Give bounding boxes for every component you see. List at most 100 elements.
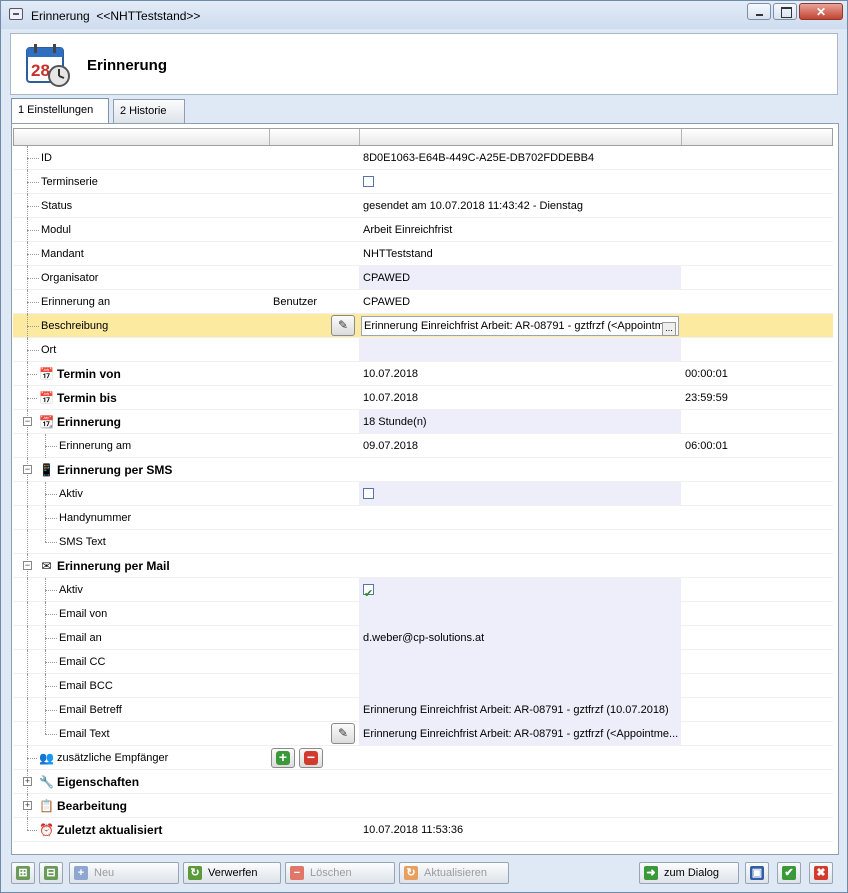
beschreibung-ellipsis-button[interactable]: ... bbox=[662, 322, 676, 336]
mail-aktiv-checkbox[interactable] bbox=[363, 582, 374, 602]
row-email-an[interactable]: Email an d.weber@cp-solutions.at bbox=[13, 626, 833, 650]
save-button[interactable]: ▣ bbox=[745, 862, 769, 884]
loeschen-button[interactable]: − Löschen bbox=[285, 862, 395, 884]
row-email-cc[interactable]: Email CC bbox=[13, 650, 833, 674]
row-sms-aktiv[interactable]: Aktiv bbox=[13, 482, 833, 506]
ort-value[interactable] bbox=[359, 338, 681, 362]
collapse-sms-toggle[interactable]: − bbox=[23, 465, 32, 474]
row-email-bcc[interactable]: Email BCC bbox=[13, 674, 833, 698]
minimize-button[interactable] bbox=[747, 3, 771, 20]
row-email-von[interactable]: Email von bbox=[13, 602, 833, 626]
column-header-name[interactable] bbox=[14, 129, 270, 145]
zum-dialog-button[interactable]: ➜ zum Dialog bbox=[639, 862, 739, 884]
termin-von-time[interactable]: 00:00:01 bbox=[681, 362, 833, 386]
row-label: Erinnerung an bbox=[41, 296, 111, 308]
expand-eigenschaften-toggle[interactable]: + bbox=[23, 777, 32, 786]
collapse-mail-toggle[interactable]: − bbox=[23, 561, 32, 570]
calendar-date-icon: 📅 bbox=[39, 391, 54, 405]
row-mail[interactable]: − ✉ Erinnerung per Mail bbox=[13, 554, 833, 578]
email-betreff-value[interactable]: Erinnerung Einreichfrist Arbeit: AR-0879… bbox=[359, 698, 681, 722]
cancel-button[interactable]: ✖ bbox=[809, 862, 833, 884]
tree-add-icon: ⊞ bbox=[16, 866, 30, 880]
neu-button[interactable]: + Neu bbox=[69, 862, 179, 884]
row-label: Email von bbox=[59, 608, 108, 620]
grid-header bbox=[13, 128, 833, 146]
verwerfen-button[interactable]: ↻ Verwerfen bbox=[183, 862, 281, 884]
window-menu-icon[interactable] bbox=[9, 8, 23, 20]
row-label: Erinnerung bbox=[57, 415, 122, 429]
close-window-button[interactable] bbox=[799, 3, 843, 20]
row-label: Email an bbox=[59, 632, 102, 644]
organisator-value[interactable]: CPAWED bbox=[359, 266, 681, 290]
row-label: Aktiv bbox=[59, 584, 83, 596]
handynummer-value[interactable] bbox=[359, 506, 681, 530]
row-handynummer[interactable]: Handynummer bbox=[13, 506, 833, 530]
row-modul[interactable]: Modul Arbeit Einreichfrist bbox=[13, 218, 833, 242]
termin-bis-time[interactable]: 23:59:59 bbox=[681, 386, 833, 410]
row-status[interactable]: Status gesendet am 10.07.2018 11:43:42 -… bbox=[13, 194, 833, 218]
row-sms[interactable]: − 📱 Erinnerung per SMS bbox=[13, 458, 833, 482]
row-email-text[interactable]: Email Text ✎ Erinnerung Einreichfrist Ar… bbox=[13, 722, 833, 746]
terminserie-checkbox[interactable] bbox=[363, 175, 374, 187]
aktualisieren-button[interactable]: ↻ Aktualisieren bbox=[399, 862, 509, 884]
verwerfen-label: Verwerfen bbox=[208, 867, 258, 879]
tab-historie[interactable]: 2 Historie bbox=[113, 99, 185, 123]
column-header-type[interactable] bbox=[270, 129, 360, 145]
edit-beschreibung-button[interactable]: ✎ bbox=[331, 315, 355, 336]
row-bearbeitung[interactable]: + 📋 Bearbeitung bbox=[13, 794, 833, 818]
close-icon: ✖ bbox=[814, 866, 828, 880]
add-recipient-button[interactable]: + bbox=[271, 748, 295, 768]
collapse-erinnerung-toggle[interactable]: − bbox=[23, 417, 32, 426]
row-mandant[interactable]: Mandant NHTTeststand bbox=[13, 242, 833, 266]
remove-recipient-button[interactable]: − bbox=[299, 748, 323, 768]
row-sms-text[interactable]: SMS Text bbox=[13, 530, 833, 554]
plus-icon: + bbox=[276, 750, 290, 765]
tree-remove-icon: ⊟ bbox=[44, 866, 58, 880]
row-termin-von[interactable]: 📅 Termin von 10.07.2018 00:00:01 bbox=[13, 362, 833, 386]
tree-collapse-button[interactable]: ⊟ bbox=[39, 862, 63, 884]
row-email-betreff[interactable]: Email Betreff Erinnerung Einreichfrist A… bbox=[13, 698, 833, 722]
tab-einstellungen[interactable]: 1 Einstellungen bbox=[11, 98, 109, 123]
termin-bis-date[interactable]: 10.07.2018 bbox=[359, 386, 681, 410]
sms-text-value[interactable] bbox=[359, 530, 681, 554]
row-mail-aktiv[interactable]: Aktiv bbox=[13, 578, 833, 602]
title-bar[interactable]: Erinnerung <<NHTTeststand>> bbox=[1, 1, 847, 29]
email-bcc-value[interactable] bbox=[359, 674, 681, 698]
erinnerung-an-value[interactable]: CPAWED bbox=[359, 290, 681, 314]
tools-icon: 🔧 bbox=[39, 775, 54, 789]
row-terminserie[interactable]: Terminserie bbox=[13, 170, 833, 194]
column-header-value[interactable] bbox=[360, 129, 682, 145]
calendar-alarm-icon: 📆 bbox=[39, 415, 54, 429]
row-beschreibung[interactable]: Beschreibung ✎ Erinnerung Einreichfrist … bbox=[13, 314, 833, 338]
row-organisator[interactable]: Organisator CPAWED bbox=[13, 266, 833, 290]
column-header-extra[interactable] bbox=[682, 129, 832, 145]
beschreibung-field[interactable]: Erinnerung Einreichfrist Arbeit: AR-0879… bbox=[361, 316, 679, 336]
ok-button[interactable]: ✔ bbox=[777, 862, 801, 884]
expand-bearbeitung-toggle[interactable]: + bbox=[23, 801, 32, 810]
row-erinnerung-am[interactable]: Erinnerung am 09.07.2018 06:00:01 bbox=[13, 434, 833, 458]
tree-expand-button[interactable]: ⊞ bbox=[11, 862, 35, 884]
row-label: Bearbeitung bbox=[57, 799, 128, 813]
termin-von-date[interactable]: 10.07.2018 bbox=[359, 362, 681, 386]
row-zusaetzliche-empfaenger[interactable]: 👥 zusätzliche Empfänger + − bbox=[13, 746, 833, 770]
email-an-value[interactable]: d.weber@cp-solutions.at bbox=[359, 626, 681, 650]
row-ort[interactable]: Ort bbox=[13, 338, 833, 362]
email-cc-value[interactable] bbox=[359, 650, 681, 674]
row-eigenschaften[interactable]: + 🔧 Eigenschaften bbox=[13, 770, 833, 794]
modul-value: Arbeit Einreichfrist bbox=[363, 224, 453, 236]
calendar-day-number: 28 bbox=[31, 61, 50, 80]
row-zuletzt-aktualisiert[interactable]: ⏰ Zuletzt aktualisiert 10.07.2018 11:53:3… bbox=[13, 818, 833, 842]
row-erinnerung[interactable]: − 📆 Erinnerung 18 Stunde(n) bbox=[13, 410, 833, 434]
row-termin-bis[interactable]: 📅 Termin bis 10.07.2018 23:59:59 bbox=[13, 386, 833, 410]
email-von-value[interactable] bbox=[359, 602, 681, 626]
maximize-button[interactable] bbox=[773, 3, 797, 20]
email-text-value[interactable]: Erinnerung Einreichfrist Arbeit: AR-0879… bbox=[359, 722, 681, 746]
edit-email-text-button[interactable]: ✎ bbox=[331, 723, 355, 744]
plus-icon: + bbox=[74, 866, 88, 880]
erinnerung-value[interactable]: 18 Stunde(n) bbox=[359, 410, 681, 434]
page-title: Erinnerung bbox=[87, 57, 168, 74]
row-erinnerung-an[interactable]: Erinnerung an Benutzer CPAWED bbox=[13, 290, 833, 314]
row-id[interactable]: ID 8D0E1063-E64B-449C-A25E-DB702FDDEBB4 bbox=[13, 146, 833, 170]
sms-aktiv-checkbox[interactable] bbox=[363, 487, 374, 499]
row-label: Status bbox=[41, 200, 73, 212]
